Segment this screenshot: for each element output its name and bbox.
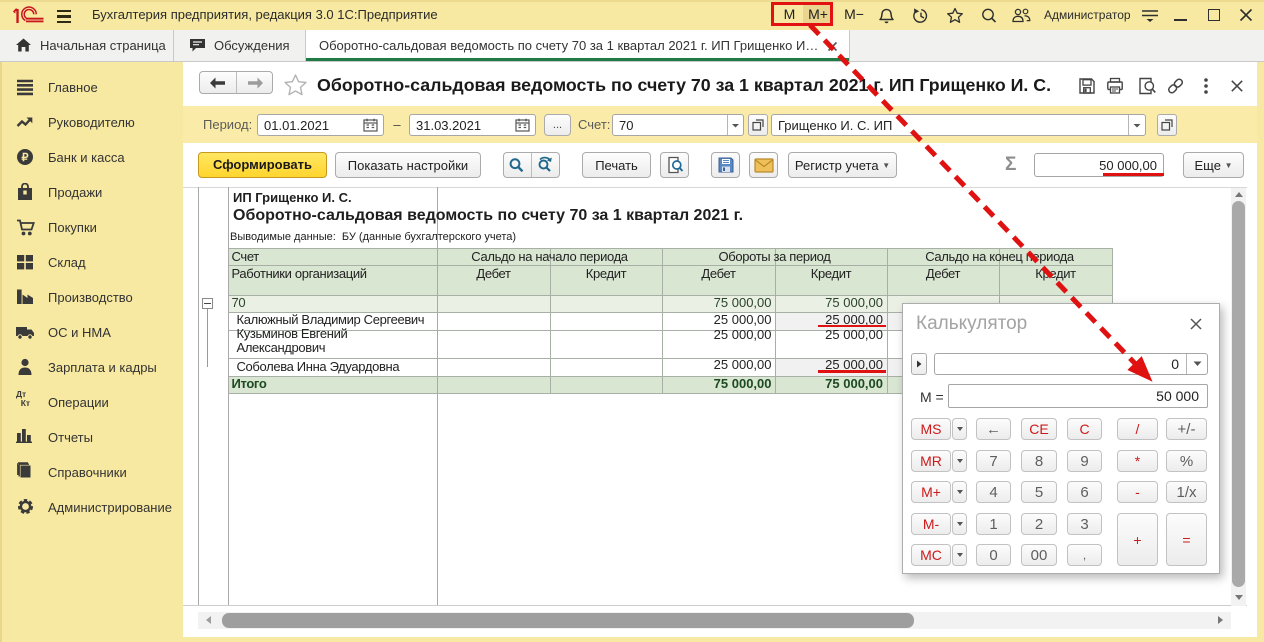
svg-text:₽: ₽: [22, 152, 29, 164]
